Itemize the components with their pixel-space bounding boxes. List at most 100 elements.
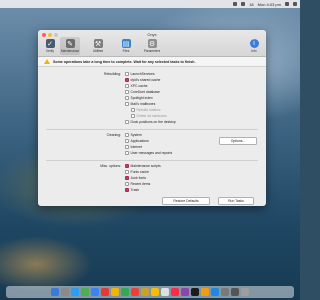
checkbox-row[interactable]: Junk fonts xyxy=(125,176,146,180)
checkbox-row[interactable]: Rebuild mailbox xyxy=(131,108,161,112)
checkbox-row[interactable]: CoreDuet database xyxy=(125,90,160,94)
checkbox[interactable] xyxy=(125,90,129,94)
warning-text: Some operations take a long time to comp… xyxy=(53,59,196,64)
cleaning-label: Cleaning: xyxy=(106,133,121,137)
launchpad-icon[interactable] xyxy=(61,288,69,296)
checkbox-row[interactable]: Mail's mailboxes xyxy=(125,102,155,106)
checkbox[interactable] xyxy=(125,188,129,192)
dock xyxy=(6,286,294,298)
toolbar-label: Verify xyxy=(46,49,54,53)
checkbox[interactable] xyxy=(125,102,129,106)
checkbox-label: Mail's mailboxes xyxy=(130,102,156,106)
checkbox-row[interactable]: Trash xyxy=(125,188,139,192)
facetime-icon[interactable] xyxy=(121,288,129,296)
info-icon: i xyxy=(249,39,259,48)
checkbox-label: Maintenance scripts xyxy=(130,164,161,168)
cleaning-options-button[interactable]: Options... xyxy=(219,137,257,145)
checkbox[interactable] xyxy=(125,176,129,180)
checkbox-label: Fonts cache xyxy=(130,170,149,174)
wifi-icon[interactable] xyxy=(233,2,238,6)
checkbox-label: Delete all mailboxes xyxy=(136,114,167,118)
checkbox[interactable] xyxy=(125,84,129,88)
checkbox[interactable] xyxy=(125,72,129,76)
contacts-icon[interactable] xyxy=(141,288,149,296)
wrench-icon: ✎ xyxy=(65,39,75,48)
checkbox[interactable] xyxy=(125,145,129,149)
tools-icon: ⚒ xyxy=(93,39,103,48)
checkbox[interactable] xyxy=(125,170,129,174)
calendar-icon[interactable] xyxy=(131,288,139,296)
photos-icon[interactable] xyxy=(111,288,119,296)
checkbox-row[interactable]: Recent items xyxy=(125,182,150,186)
checkbox[interactable] xyxy=(125,164,129,168)
toolbar-label: Parameters xyxy=(143,49,161,53)
trash-icon[interactable] xyxy=(241,288,249,296)
checkbox[interactable] xyxy=(125,78,129,82)
toolbar-info[interactable]: i Info xyxy=(244,37,264,55)
checkbox-row[interactable]: Maintenance scripts xyxy=(125,164,161,168)
window-titlebar: Onyx ✓ Verify ✎ Maintenance ⚒ Utilities … xyxy=(38,30,266,57)
section-divider xyxy=(46,129,258,130)
menu-bar: 18 Mon 4:03 pm xyxy=(0,0,300,8)
tv-icon[interactable] xyxy=(191,288,199,296)
checkbox-row[interactable]: Delete all mailboxes xyxy=(131,114,167,118)
check-shield-icon: ✓ xyxy=(45,39,55,48)
checkbox-row[interactable]: Applications xyxy=(125,139,149,143)
battery-icon[interactable] xyxy=(241,2,246,6)
checkbox-row[interactable]: Internet xyxy=(125,145,142,149)
toolbar-parameters[interactable]: ⚙ Parameters xyxy=(142,37,162,55)
checkbox-row[interactable]: LaunchServices xyxy=(125,72,155,76)
checkbox[interactable] xyxy=(125,151,129,155)
checkbox-label: Junk fonts xyxy=(130,176,146,180)
checkbox-label: User messages and reports xyxy=(130,151,173,155)
files-icon: ▤ xyxy=(121,39,131,48)
notes-icon[interactable] xyxy=(151,288,159,296)
checkbox-label: Dock positions on the desktop xyxy=(130,120,176,124)
search-icon[interactable] xyxy=(285,2,289,6)
control-center-icon[interactable] xyxy=(293,2,297,6)
checkbox-row[interactable]: User messages and reports xyxy=(125,151,172,155)
gear-icon: ⚙ xyxy=(147,39,157,48)
system-preferences-icon[interactable] xyxy=(221,288,229,296)
checkbox[interactable] xyxy=(125,182,129,186)
maps-icon[interactable] xyxy=(101,288,109,296)
checkbox-row[interactable]: Dock positions on the desktop xyxy=(125,120,176,124)
music-icon[interactable] xyxy=(171,288,179,296)
app-store-icon[interactable] xyxy=(211,288,219,296)
checkbox-row[interactable]: dyld's shared cache xyxy=(125,78,160,82)
checkbox[interactable] xyxy=(131,108,135,112)
checkbox-label: System xyxy=(130,133,142,137)
toolbar-verify[interactable]: ✓ Verify xyxy=(40,37,60,55)
toolbar-maintenance[interactable]: ✎ Maintenance xyxy=(60,37,80,55)
checkbox-row[interactable]: System xyxy=(125,133,142,137)
safari-icon[interactable] xyxy=(71,288,79,296)
checkbox-label: Rebuild mailbox xyxy=(136,108,161,112)
podcasts-icon[interactable] xyxy=(181,288,189,296)
menubar-clock[interactable]: Mon 4:03 pm xyxy=(258,2,281,7)
onyx-icon[interactable] xyxy=(231,288,239,296)
checkbox-row[interactable]: Fonts cache xyxy=(125,170,149,174)
toolbar-utilities[interactable]: ⚒ Utilities xyxy=(88,37,108,55)
checkbox-row[interactable]: Spotlight index xyxy=(125,96,153,100)
onyx-window: Onyx ✓ Verify ✎ Maintenance ⚒ Utilities … xyxy=(38,30,266,206)
toolbar-label: Files xyxy=(122,49,130,53)
mail-icon[interactable] xyxy=(91,288,99,296)
reminders-icon[interactable] xyxy=(161,288,169,296)
run-tasks-button[interactable]: Run Tasks xyxy=(218,197,254,205)
checkbox-row[interactable]: XPC cache xyxy=(125,84,147,88)
checkbox[interactable] xyxy=(125,96,129,100)
toolbar-files[interactable]: ▤ Files xyxy=(116,37,136,55)
restore-defaults-button[interactable]: Restore Defaults xyxy=(162,197,210,205)
checkbox[interactable] xyxy=(125,139,129,143)
books-icon[interactable] xyxy=(201,288,209,296)
checkbox[interactable] xyxy=(125,133,129,137)
toolbar-label: Utilities xyxy=(92,49,104,53)
checkbox-label: Trash xyxy=(130,188,140,192)
menubar-extra[interactable]: 18 xyxy=(249,2,253,7)
finder-icon[interactable] xyxy=(51,288,59,296)
messages-icon[interactable] xyxy=(81,288,89,296)
checkbox[interactable] xyxy=(131,114,135,118)
toolbar-label: Info xyxy=(251,49,257,53)
checkbox-label: Internet xyxy=(130,145,143,149)
checkbox[interactable] xyxy=(125,120,129,124)
